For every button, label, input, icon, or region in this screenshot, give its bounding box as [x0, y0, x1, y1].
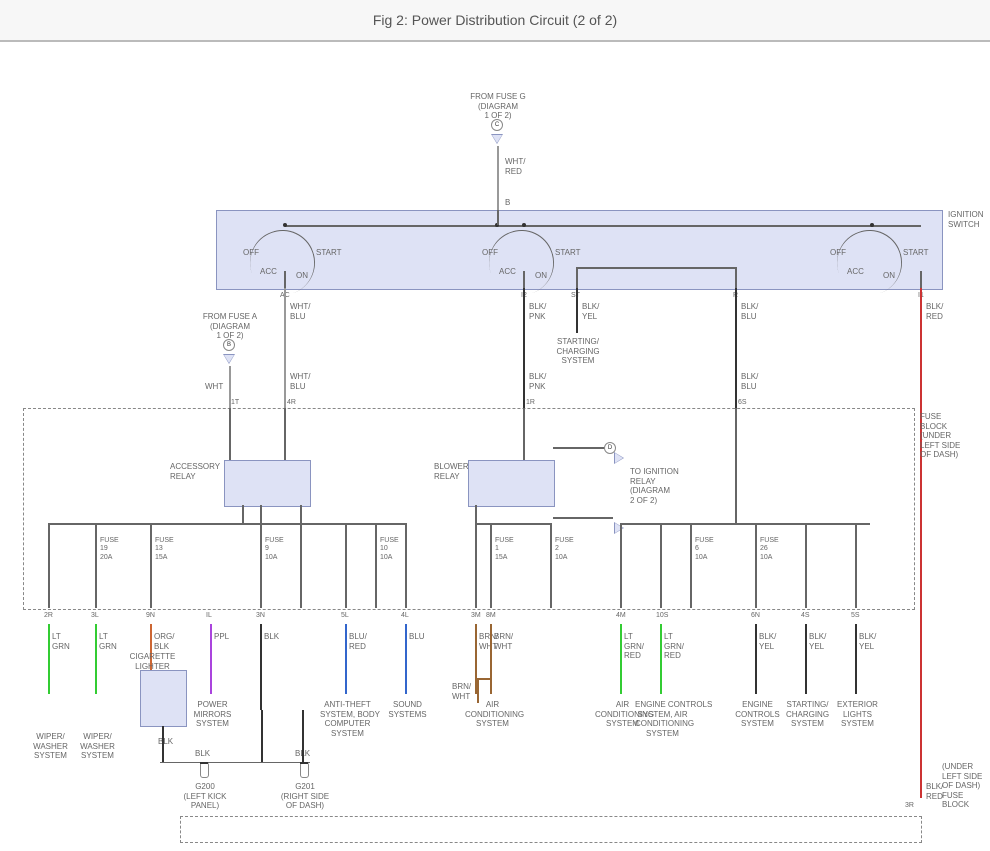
wire-label-wht-red: WHT/RED — [505, 157, 525, 176]
source-fuse-a: FROM FUSE A(DIAGRAM1 OF 2) — [195, 312, 265, 341]
fuse-block-label: FUSEBLOCK(UNDERLEFT SIDEOF DASH) — [920, 412, 975, 460]
header: Fig 2: Power Distribution Circuit (2 of … — [0, 0, 990, 42]
pin-b: B — [505, 198, 510, 208]
connector-b-icon — [223, 354, 235, 364]
diagram-title: Fig 2: Power Distribution Circuit (2 of … — [373, 12, 617, 28]
connector-c: C — [491, 119, 503, 131]
cigarette-lighter-box — [140, 670, 187, 727]
blower-relay — [468, 460, 555, 507]
wire-source — [497, 146, 499, 211]
wiring-diagram: FROM FUSE G(DIAGRAM1 OF 2) C WHT/RED B I… — [0, 42, 990, 842]
fuse-block — [23, 408, 915, 610]
ignition-bus — [285, 225, 921, 227]
source-fuse-g: FROM FUSE G(DIAGRAM1 OF 2) — [458, 92, 538, 121]
connector-b: B — [223, 339, 235, 351]
accessory-relay — [224, 460, 311, 507]
fuse-block-2: (UNDERLEFT SIDEOF DASH)FUSEBLOCK — [942, 762, 982, 810]
connector-c-icon — [491, 134, 503, 144]
ignition-switch-label: IGNITIONSWITCH — [948, 210, 984, 229]
starting-charging: STARTING/CHARGINGSYSTEM — [553, 337, 603, 366]
